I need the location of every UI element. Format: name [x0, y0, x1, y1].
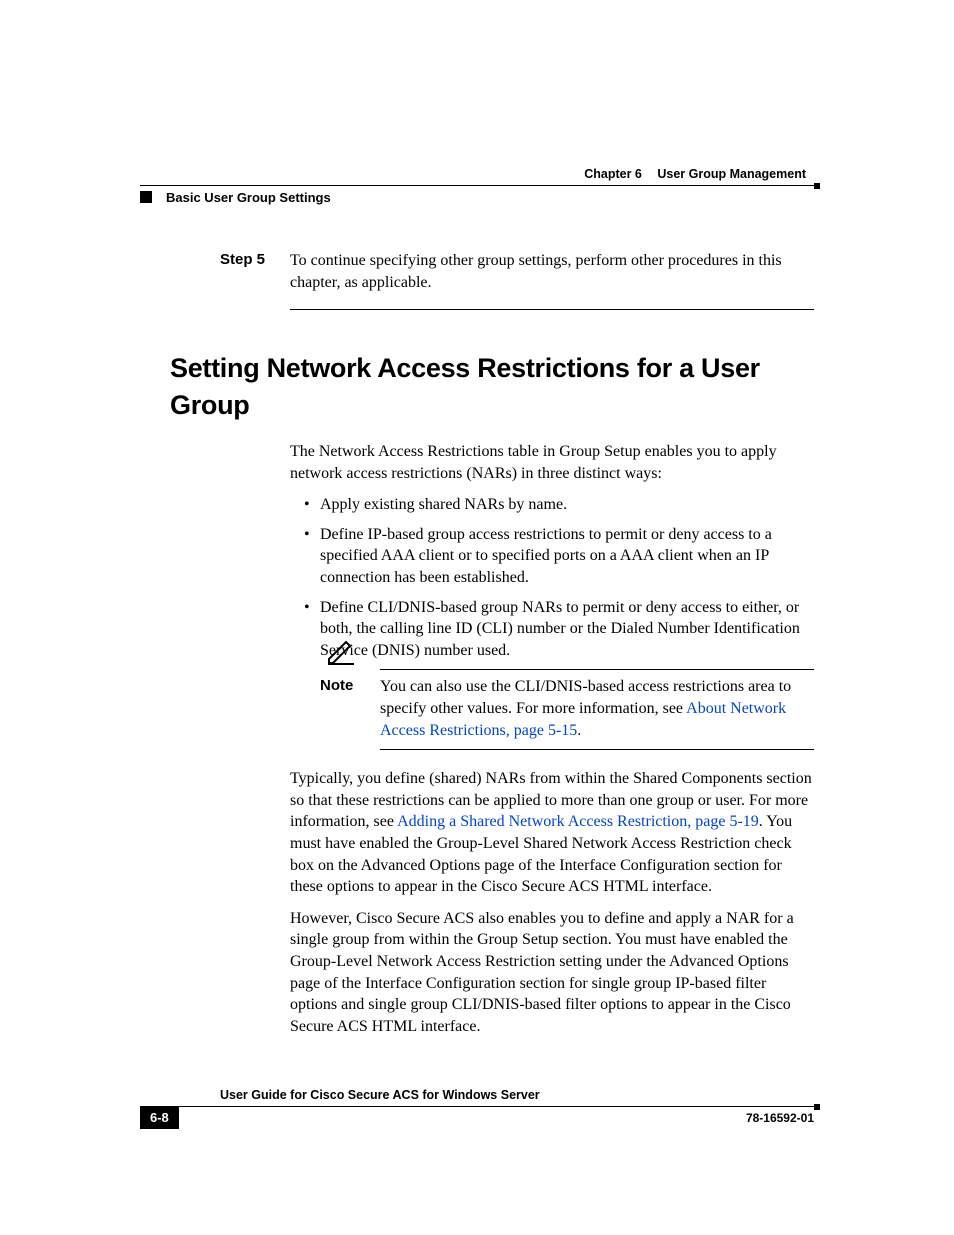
footer-guide-title: User Guide for Cisco Secure ACS for Wind… [220, 1087, 814, 1104]
page-number: 6-8 [140, 1107, 179, 1129]
page-footer: User Guide for Cisco Secure ACS for Wind… [140, 1087, 814, 1127]
paragraph: Typically, you define (shared) NARs from… [290, 768, 814, 898]
breadcrumb-marker-icon [140, 191, 152, 203]
breadcrumb-text: Basic User Group Settings [166, 190, 331, 205]
page-header: Chapter 6 User Group Management Basic Us… [140, 166, 814, 206]
step-row: Step 5 To continue specifying other grou… [220, 250, 814, 293]
list-item: Define CLI/DNIS-based group NARs to perm… [290, 597, 814, 662]
para2-link[interactable]: Adding a Shared Network Access Restricti… [397, 813, 759, 830]
step-text: To continue specifying other group setti… [290, 250, 814, 293]
note-bottom-rule [380, 749, 814, 750]
note-label: Note [320, 676, 380, 696]
paragraph: However, Cisco Secure ACS also enables y… [290, 908, 814, 1038]
intro-paragraph: The Network Access Restrictions table in… [290, 441, 814, 484]
chapter-line: Chapter 6 User Group Management [140, 166, 814, 183]
chapter-title: User Group Management [657, 167, 806, 181]
note-text: You can also use the CLI/DNIS-based acce… [380, 676, 814, 741]
pencil-icon [326, 639, 356, 665]
page-content: Step 5 To continue specifying other grou… [170, 250, 814, 1047]
section-heading: Setting Network Access Restrictions for … [170, 350, 814, 423]
list-item: Apply existing shared NARs by name. [290, 494, 814, 516]
list-item: Define IP-based group access restriction… [290, 524, 814, 589]
note-text-post: . [577, 722, 581, 739]
section-divider [290, 309, 814, 310]
chapter-label: Chapter 6 [584, 167, 642, 181]
header-rule-endcap [814, 183, 820, 189]
header-rule [140, 185, 814, 186]
step-label: Step 5 [220, 250, 290, 293]
note-top-rule [380, 669, 814, 670]
footer-rule-endcap [814, 1104, 820, 1110]
footer-bar: 6-8 78-16592-01 [140, 1106, 814, 1127]
body-block: The Network Access Restrictions table in… [290, 441, 814, 1037]
breadcrumb: Basic User Group Settings [140, 189, 814, 207]
document-number: 78-16592-01 [746, 1110, 814, 1126]
note-block: Note You can also use the CLI/DNIS-based… [320, 669, 814, 750]
bullet-list: Apply existing shared NARs by name. Defi… [290, 494, 814, 661]
document-page: Chapter 6 User Group Management Basic Us… [0, 0, 954, 1235]
